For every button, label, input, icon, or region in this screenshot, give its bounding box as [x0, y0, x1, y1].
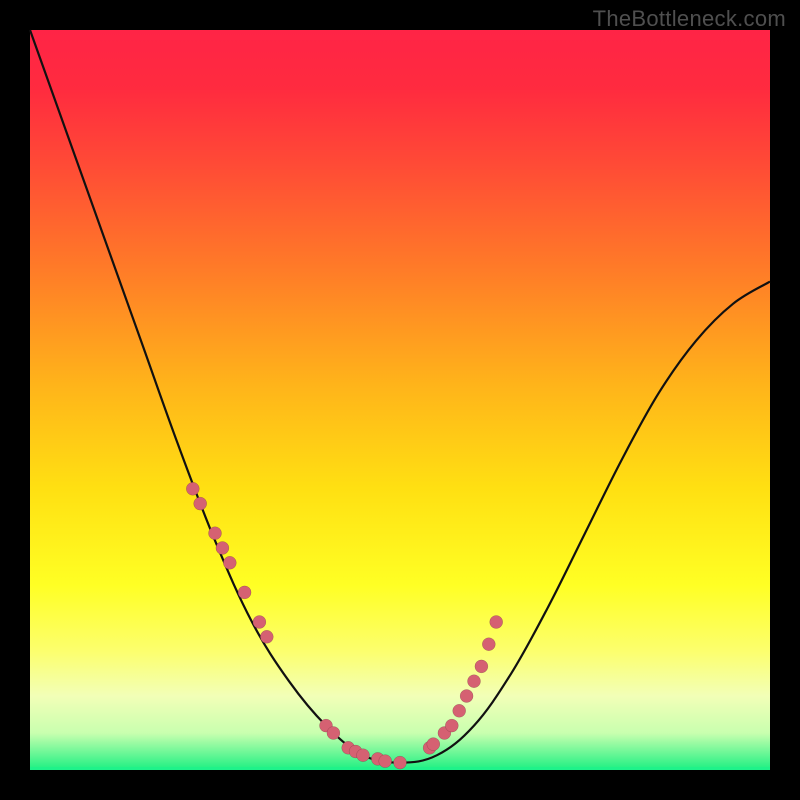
marker-dot: [468, 675, 481, 688]
bottleneck-curve: [30, 30, 770, 763]
plot-area: [30, 30, 770, 770]
marker-dot: [238, 586, 251, 599]
marker-dot: [216, 542, 229, 555]
marker-dot: [223, 556, 236, 569]
marker-dot: [394, 756, 407, 769]
marker-dot: [209, 527, 222, 540]
marker-dot: [482, 638, 495, 651]
marker-dot: [194, 497, 207, 510]
curve-svg: [30, 30, 770, 770]
marker-dot: [260, 630, 273, 643]
marker-dot: [460, 690, 473, 703]
marker-dot: [445, 719, 458, 732]
marker-group: [186, 482, 502, 769]
marker-dot: [327, 727, 340, 740]
marker-dot: [453, 704, 466, 717]
marker-dot: [379, 755, 392, 768]
marker-dot: [427, 738, 440, 751]
marker-dot: [490, 616, 503, 629]
marker-dot: [475, 660, 488, 673]
marker-dot: [357, 749, 370, 762]
chart-frame: TheBottleneck.com: [0, 0, 800, 800]
watermark-text: TheBottleneck.com: [593, 6, 786, 32]
marker-dot: [253, 616, 266, 629]
marker-dot: [186, 482, 199, 495]
